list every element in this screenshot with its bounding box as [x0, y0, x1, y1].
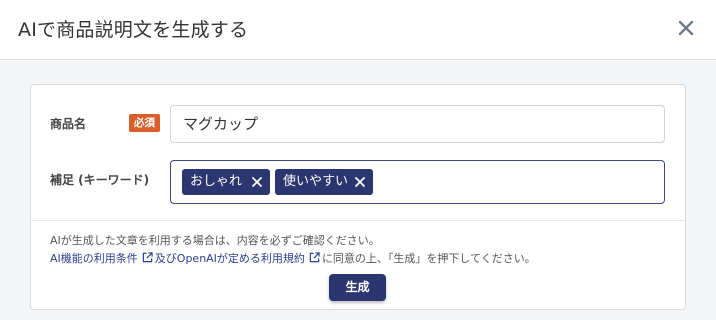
close-icon — [678, 20, 694, 36]
form-card: 商品名 必須 マグカップ 補足 (キーワード) おしゃれ 使いやすい AIが生成… — [30, 84, 686, 310]
external-link-icon[interactable] — [142, 252, 153, 263]
openai-terms-link[interactable]: 及びOpenAIが定める利用規約 — [155, 252, 305, 265]
divider — [31, 220, 685, 221]
close-icon[interactable] — [252, 177, 262, 187]
modal-title: AIで商品説明文を生成する — [18, 19, 249, 41]
close-icon[interactable] — [355, 177, 365, 187]
keyword-tag: おしゃれ — [182, 169, 270, 195]
terms-line: AI機能の利用条件 及びOpenAIが定める利用規約 に同意の上、「生成」を押下して… — [50, 250, 536, 266]
keyword-tag-label: 使いやすい — [283, 174, 349, 189]
confirm-notice: AIが生成した文章を利用する場合は、内容を必ずご確認ください。 — [50, 234, 380, 247]
keyword-tag-label: おしゃれ — [190, 174, 243, 189]
keyword-tag: 使いやすい — [275, 169, 373, 195]
close-button[interactable] — [675, 17, 697, 39]
product-name-label: 商品名 — [50, 117, 87, 131]
required-badge: 必須 — [129, 114, 160, 132]
modal-header: AIで商品説明文を生成する — [0, 0, 716, 60]
terms-instruction: に同意の上、「生成」を押下してください。 — [321, 252, 536, 265]
keywords-tag-input[interactable]: おしゃれ 使いやすい — [170, 160, 665, 204]
keywords-label: 補足 (キーワード) — [50, 173, 150, 187]
ai-terms-link[interactable]: AI機能の利用条件 — [50, 252, 138, 265]
generate-button[interactable]: 生成 — [329, 274, 386, 301]
product-name-input[interactable]: マグカップ — [170, 105, 665, 143]
external-link-icon[interactable] — [309, 252, 320, 263]
